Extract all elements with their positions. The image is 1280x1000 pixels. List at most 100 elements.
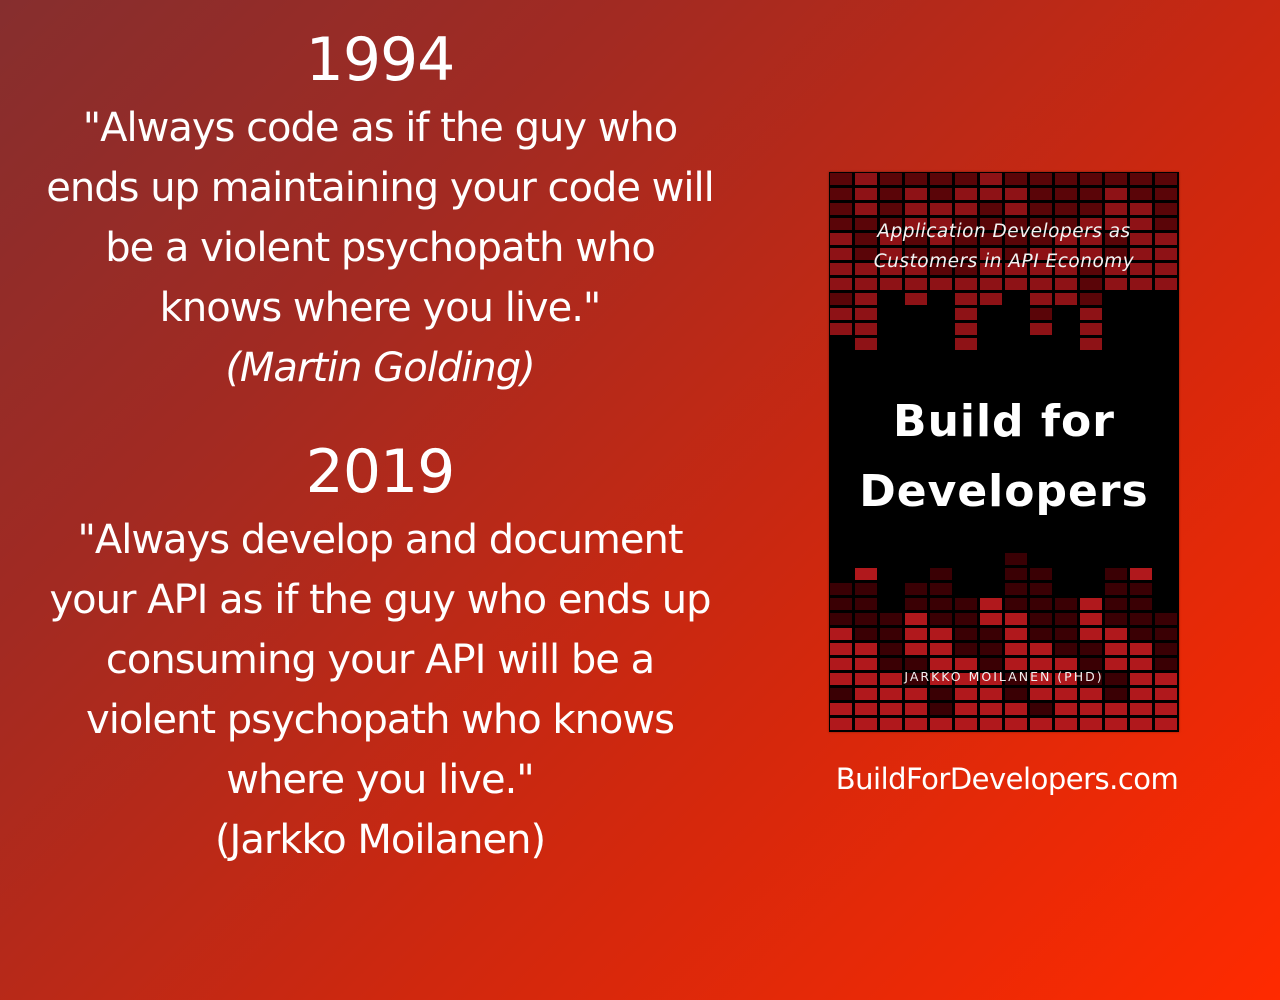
cover-block: [1105, 613, 1127, 625]
quote-2019-line-3: consuming your API will be a: [105, 637, 655, 683]
cover-block: [930, 718, 952, 730]
book-subtitle: Application Developers as Customers in A…: [829, 217, 1179, 277]
cover-block: [1055, 703, 1077, 715]
cover-block: [1030, 598, 1052, 610]
cover-block: [830, 583, 852, 595]
cover-block: [1155, 643, 1177, 655]
cover-block: [930, 188, 952, 200]
cover-block: [1130, 628, 1152, 640]
cover-block: [1080, 718, 1102, 730]
cover-block: [1155, 188, 1177, 200]
cover-block: [855, 568, 877, 580]
cover-block: [830, 718, 852, 730]
cover-block: [1080, 628, 1102, 640]
book-title-line-1: Build for: [893, 396, 1115, 447]
cover-block: [1030, 718, 1052, 730]
book-cover: Application Developers as Customers in A…: [829, 172, 1179, 732]
cover-block: [830, 308, 852, 320]
cover-block: [1130, 613, 1152, 625]
cover-block: [1055, 278, 1077, 290]
cover-block: [930, 643, 952, 655]
cover-block: [880, 628, 902, 640]
cover-block: [1080, 293, 1102, 305]
quote-2019-line-5: where you live.": [226, 757, 534, 803]
cover-block: [1105, 598, 1127, 610]
cover-block: [1105, 703, 1127, 715]
cover-block: [980, 188, 1002, 200]
cover-block: [1055, 188, 1077, 200]
cover-block: [955, 628, 977, 640]
cover-block: [1130, 703, 1152, 715]
cover-block: [1005, 188, 1027, 200]
cover-block: [905, 293, 927, 305]
cover-block: [1105, 278, 1127, 290]
cover-block: [855, 203, 877, 215]
cover-block: [880, 188, 902, 200]
cover-block: [905, 718, 927, 730]
cover-block: [1080, 203, 1102, 215]
cover-block: [955, 203, 977, 215]
cover-block: [1005, 718, 1027, 730]
cover-block: [1005, 173, 1027, 185]
cover-block: [855, 278, 877, 290]
cover-block: [1030, 643, 1052, 655]
cover-block: [1030, 188, 1052, 200]
cover-block: [830, 703, 852, 715]
cover-block: [930, 568, 952, 580]
cover-block: [1030, 613, 1052, 625]
cover-block: [830, 188, 852, 200]
cover-block: [955, 718, 977, 730]
cover-block: [855, 338, 877, 350]
cover-block: [855, 628, 877, 640]
cover-block: [905, 583, 927, 595]
cover-block: [1030, 628, 1052, 640]
cover-block: [830, 293, 852, 305]
cover-block: [930, 598, 952, 610]
cover-block: [980, 173, 1002, 185]
cover-block: [980, 613, 1002, 625]
quote-2019-line-2: your API as if the guy who ends up: [49, 577, 711, 623]
cover-block: [855, 188, 877, 200]
cover-block: [1005, 613, 1027, 625]
cover-block: [930, 703, 952, 715]
cover-block: [1055, 613, 1077, 625]
cover-block: [1130, 718, 1152, 730]
cover-block: [1005, 278, 1027, 290]
quotes-column: 1994 "Always code as if the guy who ends…: [0, 22, 760, 870]
cover-block: [1055, 718, 1077, 730]
quote-2019-line-4: violent psychopath who knows: [86, 697, 675, 743]
cover-block: [1005, 553, 1027, 565]
cover-block: [1130, 583, 1152, 595]
quote-1994-line-4: knows where you live.": [159, 285, 602, 331]
cover-block: [880, 203, 902, 215]
cover-block: [1155, 718, 1177, 730]
cover-block: [1105, 188, 1127, 200]
cover-block: [1105, 203, 1127, 215]
cover-block: [955, 613, 977, 625]
cover-block: [1080, 613, 1102, 625]
cover-block: [830, 173, 852, 185]
cover-block: [1030, 293, 1052, 305]
cover-block: [1155, 278, 1177, 290]
cover-block: [1005, 568, 1027, 580]
cover-block: [880, 703, 902, 715]
cover-block: [1130, 568, 1152, 580]
cover-block: [1155, 703, 1177, 715]
cover-block: [830, 598, 852, 610]
book-subtitle-line-1: Application Developers as: [877, 221, 1131, 242]
cover-block: [1030, 308, 1052, 320]
cover-block: [880, 613, 902, 625]
cover-block: [905, 598, 927, 610]
cover-block: [1155, 688, 1177, 700]
cover-block: [1155, 173, 1177, 185]
cover-block: [1105, 568, 1127, 580]
cover-block: [955, 688, 977, 700]
cover-block: [1030, 323, 1052, 335]
website-link[interactable]: BuildForDevelopers.com: [829, 762, 1185, 796]
quote-1994-author: (Martin Golding): [225, 345, 535, 391]
cover-block: [880, 278, 902, 290]
cover-block: [1155, 203, 1177, 215]
quote-2019-author: (Jarkko Moilanen): [214, 817, 546, 863]
cover-block: [1105, 583, 1127, 595]
